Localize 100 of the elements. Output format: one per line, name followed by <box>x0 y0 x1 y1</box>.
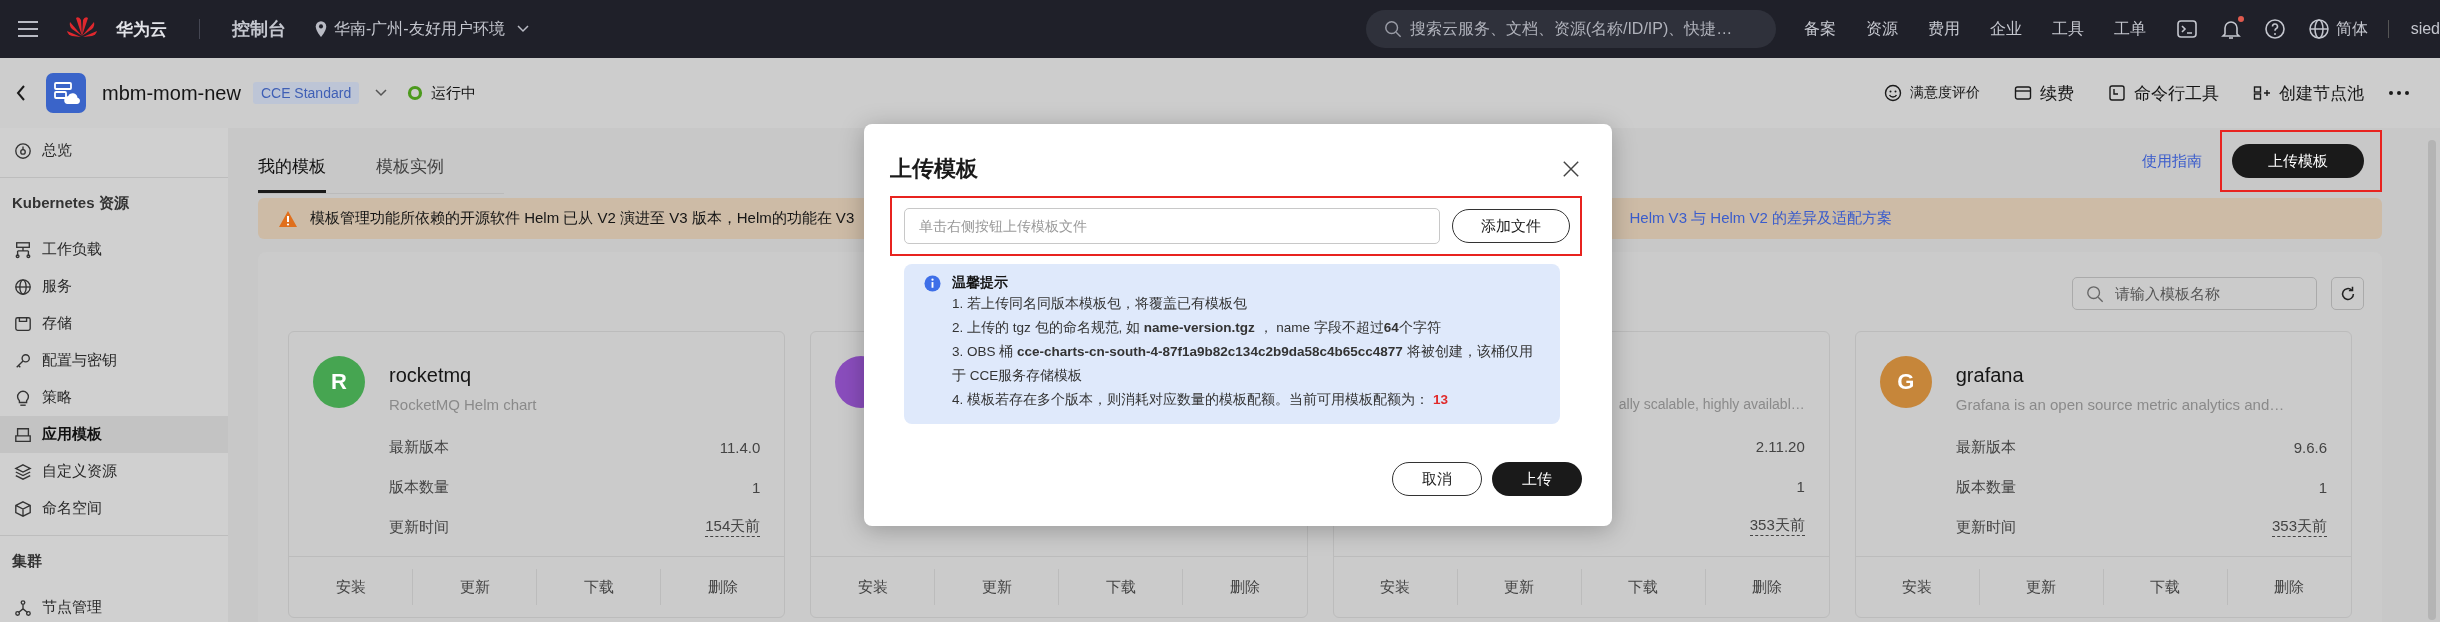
nav-link[interactable]: 资源 <box>1865 18 1898 40</box>
template-search-field[interactable]: 请输入模板名称 <box>2072 277 2317 310</box>
warning-icon <box>278 209 298 228</box>
field-value: 1 <box>1796 477 1805 495</box>
tab[interactable]: 我的模板 <box>258 141 326 193</box>
card-action[interactable]: 删除 <box>2226 569 2351 605</box>
template-name[interactable]: rocketmq <box>389 364 761 394</box>
field-value: 1 <box>751 478 761 496</box>
card-action[interactable]: 更新 <box>1978 569 2103 605</box>
template-icon <box>14 425 32 444</box>
field-value: 9.6.6 <box>2293 438 2327 456</box>
brand-name[interactable]: 华为云 <box>116 17 167 41</box>
field-label: 更新时间 <box>389 517 449 537</box>
guide-link[interactable]: 使用指南 <box>2142 151 2202 171</box>
tip-title: 温馨提示 <box>952 274 1008 292</box>
sidebar-item[interactable]: 服务 <box>0 268 228 305</box>
card-action[interactable]: 更新 <box>934 569 1059 605</box>
gauge-icon <box>14 141 32 160</box>
user-name[interactable]: sied <box>2410 20 2440 38</box>
tab[interactable]: 模板实例 <box>376 141 444 193</box>
menu-icon[interactable] <box>16 19 40 39</box>
template-description: ally scalable, highly availabl… <box>1618 396 1805 412</box>
template-name[interactable]: grafana <box>1955 364 2327 394</box>
nav-link[interactable]: 工单 <box>2113 18 2146 40</box>
sidebar-item[interactable]: 命名空间 <box>0 490 228 527</box>
nav-link[interactable]: 企业 <box>1989 18 2022 40</box>
toolbar-button[interactable]: 命令行工具 <box>2108 81 2219 105</box>
card-action[interactable]: 安装 <box>1855 569 1979 605</box>
sidebar-item[interactable]: 工作负载 <box>0 231 228 268</box>
upload-button[interactable]: 上传模板 <box>2232 144 2364 178</box>
card-action[interactable]: 删除 <box>1704 569 1829 605</box>
file-field[interactable]: 单击右侧按钮上传模板文件 <box>904 208 1440 244</box>
notice-text: 模板管理功能所依赖的开源软件 Helm 已从 V2 演进至 V3 版本，Helm的功能在 V3 <box>310 209 855 228</box>
avatar: G <box>1879 356 1932 408</box>
cluster-status: 运行中 <box>431 83 477 103</box>
card-action[interactable]: 下载 <box>1058 569 1183 605</box>
chevron-down-icon[interactable] <box>516 25 529 33</box>
card-action[interactable]: 删除 <box>660 569 785 605</box>
terminal-icon[interactable] <box>2175 18 2198 40</box>
card-action[interactable]: 安装 <box>811 569 935 605</box>
field-value: 353天前 <box>2271 517 2327 537</box>
layers-icon <box>14 462 32 481</box>
node-icon <box>2253 84 2271 102</box>
console-title[interactable]: 控制台 <box>232 17 286 41</box>
field-value: 1 <box>2318 478 2327 496</box>
avatar: R <box>313 356 365 408</box>
key-icon <box>14 351 32 370</box>
close-icon[interactable] <box>1562 160 1580 178</box>
field-value: 353天前 <box>1749 516 1805 536</box>
nav-link[interactable]: 工具 <box>2051 18 2084 40</box>
field-label: 最新版本 <box>1955 437 2016 457</box>
sidebar-item[interactable]: 总览 <box>0 132 228 169</box>
cluster-name: mbm-mom-new <box>102 81 241 105</box>
sidebar-item[interactable]: 节点管理 <box>0 589 228 622</box>
add-file-button[interactable]: 添加文件 <box>1452 209 1570 243</box>
card-action[interactable]: 删除 <box>1182 569 1307 605</box>
toolbar-button[interactable]: 满意度评价 <box>1884 84 1980 102</box>
card-action[interactable]: 更新 <box>1456 569 1581 605</box>
section-heading: 集群 <box>11 551 43 571</box>
field-value: 11.4.0 <box>719 438 761 456</box>
bell-icon[interactable] <box>2219 18 2242 40</box>
search-icon <box>2086 285 2104 303</box>
sidebar-item[interactable]: 策略 <box>0 379 228 416</box>
region-selector[interactable]: 华南-广州-友好用户环境 <box>334 18 505 40</box>
card-action[interactable]: 下载 <box>1580 569 1705 605</box>
toolbar-button[interactable]: 创建节点池 <box>2253 81 2364 105</box>
nav-link[interactable]: 备案 <box>1803 18 1836 40</box>
tip-text: 2. 上传的 tgz 包的命名规范, 如 name-version.tgz ， name 字段不超过64个字符 <box>952 320 1441 335</box>
card-action[interactable]: 安装 <box>1333 569 1457 605</box>
sidebar-item[interactable]: 存储 <box>0 305 228 342</box>
chevron-down-icon[interactable] <box>375 89 388 97</box>
section-heading: Kubernetes 资源 <box>11 193 130 213</box>
info-icon <box>924 274 941 292</box>
card-action[interactable]: 安装 <box>289 569 413 605</box>
cancel-button[interactable]: 取消 <box>1392 462 1482 496</box>
more-icon[interactable] <box>2388 90 2410 96</box>
card-action[interactable]: 下载 <box>2102 569 2227 605</box>
confirm-button[interactable]: 上传 <box>1492 462 1582 496</box>
card-action[interactable]: 下载 <box>536 569 661 605</box>
nav-link[interactable]: 费用 <box>1927 18 1960 40</box>
dialog-title: 上传模板 <box>890 155 978 183</box>
refresh-button[interactable] <box>2331 277 2364 310</box>
edition-tag: CCE Standard <box>252 82 360 104</box>
terminal-icon <box>2108 84 2126 102</box>
field-label: 版本数量 <box>1955 477 2016 497</box>
sidebar-item[interactable]: 应用模板 <box>0 416 228 453</box>
field-label: 版本数量 <box>389 477 449 497</box>
language-selector[interactable]: 简体 <box>2335 18 2368 40</box>
help-icon[interactable] <box>2263 18 2286 40</box>
search-field[interactable]: 搜索云服务、文档、资源(名称/ID/IP)、快捷… <box>1365 10 1776 48</box>
card-action[interactable]: 更新 <box>412 569 537 605</box>
field-value: 154天前 <box>705 517 761 537</box>
sidebar-item[interactable]: 自定义资源 <box>0 453 228 490</box>
bulb-icon <box>14 388 32 407</box>
back-icon[interactable] <box>16 85 26 101</box>
template-description: Grafana is an open source metric analytics and… <box>1955 396 2285 413</box>
globe-icon <box>14 277 32 296</box>
toolbar-button[interactable]: 续费 <box>2014 81 2074 105</box>
sidebar-item[interactable]: 配置与密钥 <box>0 342 228 379</box>
tip-text: 1. 若上传同名同版本模板包，将覆盖已有模板包 <box>952 296 1247 311</box>
